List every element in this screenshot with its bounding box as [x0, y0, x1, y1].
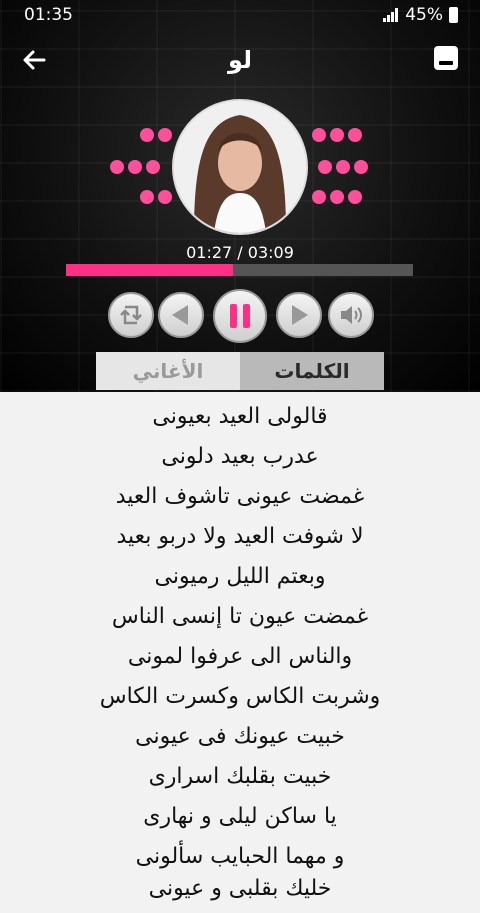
- lyric-line: لا شوفت العيد ولا دربو بعيد: [116, 524, 364, 549]
- status-bar: 01:35 45%: [0, 0, 480, 30]
- album-art: [172, 99, 308, 235]
- artist-portrait-image: [174, 101, 306, 233]
- right-dots-decoration: [310, 128, 372, 210]
- lyric-line: قالولى العيد بعيونى: [152, 404, 328, 429]
- tab-songs[interactable]: الأغاني: [96, 352, 240, 390]
- lyric-line: يا ساكن ليلى و نهارى: [143, 804, 337, 829]
- battery-icon: [449, 7, 458, 23]
- repeat-icon: [120, 305, 142, 325]
- volume-button[interactable]: [328, 292, 374, 338]
- menu-icon[interactable]: [434, 46, 458, 70]
- lyrics-panel: قالولى العيد بعيونى عدرب بعيد دلونى غمضت…: [0, 392, 480, 913]
- pause-button[interactable]: [213, 289, 267, 343]
- app-title: لو: [227, 46, 253, 74]
- progress-fill: [66, 264, 233, 276]
- lyric-line: عدرب بعيد دلونى: [161, 444, 319, 469]
- tab-lyrics[interactable]: الكلمات: [240, 352, 384, 390]
- lyric-line: والناس الى عرفوا لمونى: [127, 644, 353, 669]
- status-time: 01:35: [24, 5, 73, 25]
- tab-bar: الأغاني الكلمات: [96, 352, 384, 390]
- lyric-line: خبيت بقلبك اسرارى: [148, 764, 332, 789]
- pause-icon: [230, 304, 250, 328]
- next-icon: [292, 305, 308, 325]
- battery-percent: 45%: [405, 5, 443, 25]
- previous-button[interactable]: [158, 292, 204, 338]
- previous-icon: [172, 305, 188, 325]
- lyric-line: غمضت عيونى تاشوف العيد: [115, 484, 365, 509]
- status-right: 45%: [383, 5, 458, 25]
- volume-icon: [341, 306, 362, 324]
- next-button[interactable]: [276, 292, 322, 338]
- signal-icon: [383, 8, 399, 22]
- lyric-line: خبيت عيونك فى عيونى: [135, 724, 345, 749]
- lyric-line: وبعتم الليل رميونى: [154, 564, 326, 589]
- lyric-line: و مهما الحبايب سألونى: [135, 844, 345, 869]
- lyric-line: خليك بقلبى و عيونى: [148, 876, 332, 901]
- time-display: 01:27 / 03:09: [186, 243, 294, 262]
- lyric-line: غمضت عيون تا إنسى الناس: [111, 604, 369, 629]
- repeat-button[interactable]: [108, 292, 154, 338]
- progress-bar[interactable]: [66, 264, 413, 276]
- app-bar: لو: [0, 38, 480, 86]
- lyric-line: وشربت الكاس وكسرت الكاس: [99, 684, 381, 709]
- left-dots-decoration: [110, 128, 172, 210]
